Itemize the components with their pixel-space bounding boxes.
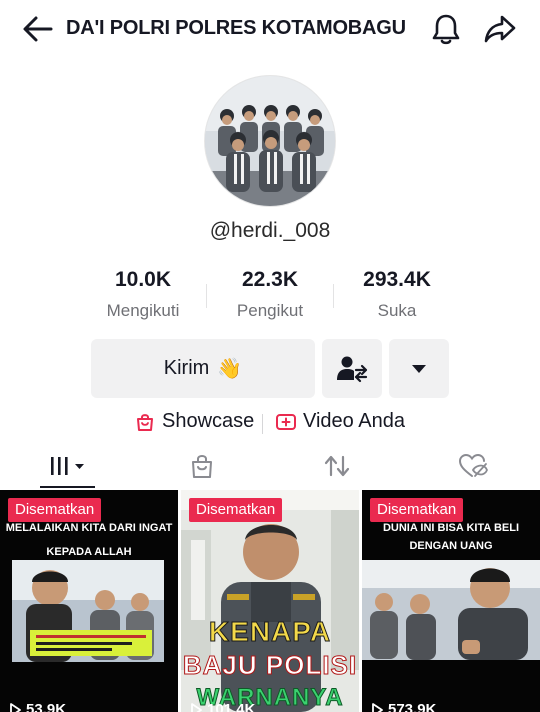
- profile-avatar[interactable]: [204, 75, 336, 207]
- pinned-badge: Disematkan: [8, 498, 102, 522]
- followers-label: Pengikut: [236, 301, 304, 320]
- shopping-bag-icon: [192, 455, 212, 478]
- link-divider: [262, 414, 263, 434]
- tab-videos[interactable]: [40, 444, 95, 488]
- back-button[interactable]: [22, 14, 54, 44]
- friend-options-button[interactable]: [322, 339, 382, 398]
- stat-following[interactable]: 10.0K Mengikuti: [83, 268, 203, 321]
- tab-liked[interactable]: [450, 444, 496, 488]
- video-anda-link[interactable]: Video Anda: [275, 410, 405, 433]
- likes-count: 293.4K: [363, 268, 431, 291]
- profile-tabs: [0, 444, 540, 490]
- play-icon: [191, 702, 202, 712]
- add-friend-swap-icon: [337, 356, 368, 382]
- video-caption: DENGAN UANG: [409, 540, 493, 552]
- caret-down-icon: [412, 364, 426, 373]
- active-tab-indicator: [40, 486, 95, 488]
- play-icon: [372, 702, 383, 712]
- pinned-badge: Disematkan: [189, 498, 283, 522]
- showcase-link[interactable]: Showcase: [135, 410, 254, 433]
- video-caption: KENAPA: [208, 616, 332, 648]
- liked-hidden-icon: [458, 453, 488, 477]
- tab-reposts[interactable]: [315, 444, 359, 488]
- video-caption: MELALAIKAN KITA DARI INGAT: [5, 522, 173, 534]
- stat-likes: 293.4K Suka: [337, 268, 457, 321]
- view-count: 101.4K: [189, 701, 255, 712]
- wave-emoji-icon: 👋: [217, 358, 243, 380]
- message-button[interactable]: Kirim 👋: [91, 339, 315, 398]
- pinned-badge: Disematkan: [370, 498, 464, 522]
- play-icon: [10, 702, 21, 712]
- video-grid: MELALAIKAN KITA DARI INGAT KEPADA ALLAH …: [0, 490, 540, 712]
- likes-label: Suka: [377, 301, 417, 320]
- video-thumbnail[interactable]: MELALAIKAN KITA DARI INGAT KEPADA ALLAH …: [0, 490, 178, 712]
- showcase-label: Showcase: [162, 410, 255, 432]
- share-button[interactable]: [483, 13, 517, 45]
- stat-divider: [206, 284, 207, 308]
- video-caption: DUNIA INI BISA KITA BELI: [382, 522, 520, 534]
- page-title: DA'I POLRI POLRES KOTAMOBAGU: [66, 17, 406, 39]
- tab-shop[interactable]: [180, 444, 224, 488]
- stat-divider: [333, 284, 334, 308]
- view-count-label: 573.9K: [388, 701, 437, 712]
- username: @herdi._008: [209, 219, 331, 242]
- view-count: 573.9K: [370, 701, 436, 712]
- video-thumbnail[interactable]: KENAPA BAJU POLISI WARNANYA Disematkan 1…: [181, 490, 359, 712]
- video-anda-label: Video Anda: [303, 410, 405, 432]
- top-bar: DA'I POLRI POLRES KOTAMOBAGU: [0, 0, 540, 58]
- repost-icon: [324, 455, 350, 477]
- video-plus-icon: [276, 413, 296, 430]
- shop-bag-icon: [137, 413, 153, 431]
- bell-icon: [432, 14, 460, 45]
- profile-links: Showcase Video Anda: [0, 410, 540, 438]
- video-caption: BAJU POLISI: [182, 650, 358, 681]
- more-options-button[interactable]: [389, 339, 449, 398]
- video-caption: KEPADA ALLAH: [46, 546, 132, 558]
- following-label: Mengikuti: [106, 301, 180, 320]
- avatar-photo: [205, 76, 335, 206]
- videos-grid-icon: [50, 457, 84, 475]
- video-thumbnail[interactable]: DUNIA INI BISA KITA BELI DENGAN UANG Dis…: [362, 490, 540, 712]
- followers-count: 22.3K: [241, 268, 299, 291]
- stat-followers[interactable]: 22.3K Pengikut: [210, 268, 330, 321]
- view-count: 53.9K: [8, 701, 66, 712]
- following-count: 10.0K: [114, 268, 172, 291]
- message-button-label: Kirim: [163, 357, 210, 379]
- view-count-label: 101.4K: [207, 701, 256, 712]
- arrow-left-icon: [23, 16, 53, 42]
- share-arrow-icon: [484, 15, 516, 43]
- notifications-button[interactable]: [430, 12, 462, 46]
- profile-stats: 10.0K Mengikuti 22.3K Pengikut 293.4K Su…: [0, 268, 540, 328]
- view-count-label: 53.9K: [26, 701, 67, 712]
